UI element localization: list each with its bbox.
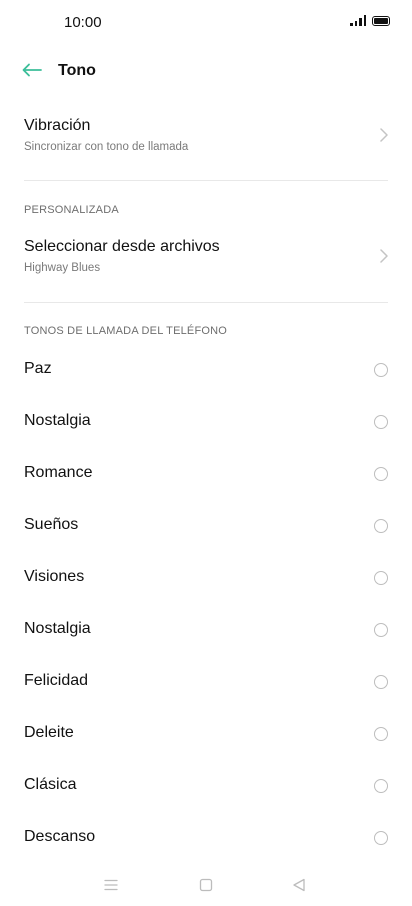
status-bar: 10:00	[0, 0, 412, 46]
radio-button[interactable]	[374, 467, 388, 481]
ringtone-item[interactable]: Romance	[0, 449, 412, 501]
vibration-subtitle: Sincronizar con tono de llamada	[24, 141, 189, 153]
app-header: Tono	[0, 46, 412, 96]
ringtone-label: Nostalgia	[24, 620, 91, 637]
menu-button[interactable]	[100, 874, 122, 896]
section-header-ringtones: TONOS DE LLAMADA DEL TELÉFONO	[24, 325, 228, 337]
ringtone-item[interactable]: Clásica	[0, 761, 412, 813]
ringtone-item[interactable]: Paz	[0, 345, 412, 397]
chevron-right-icon	[380, 128, 388, 142]
divider	[24, 302, 388, 303]
ringtone-item[interactable]: Felicidad	[0, 657, 412, 709]
home-button[interactable]	[195, 874, 217, 896]
menu-icon	[104, 879, 118, 891]
ringtone-label: Deleite	[24, 724, 74, 741]
page-title: Tono	[58, 62, 96, 79]
nav-back-button[interactable]	[288, 874, 310, 896]
ringtone-label: Visiones	[24, 568, 85, 585]
ringtone-label: Descanso	[24, 828, 96, 845]
back-button[interactable]	[18, 56, 46, 84]
ringtone-item[interactable]: Nostalgia	[0, 397, 412, 449]
radio-button[interactable]	[374, 675, 388, 689]
radio-button[interactable]	[374, 415, 388, 429]
select-from-files-title: Seleccionar desde archivos	[24, 238, 220, 255]
ringtone-item[interactable]: Descanso	[0, 813, 412, 865]
ringtone-label: Paz	[24, 360, 52, 377]
select-from-files-subtitle: Highway Blues	[24, 262, 101, 274]
back-triangle-icon	[293, 878, 305, 892]
divider	[24, 180, 388, 181]
ringtone-label: Felicidad	[24, 672, 89, 689]
signal-icon	[350, 15, 366, 26]
radio-button[interactable]	[374, 727, 388, 741]
vibration-row[interactable]: Vibración Sincronizar con tono de llamad…	[0, 108, 412, 164]
radio-button[interactable]	[374, 571, 388, 585]
vibration-title: Vibración	[24, 117, 91, 134]
ringtone-item[interactable]: Sueños	[0, 501, 412, 553]
ringtone-item[interactable]: Nostalgia	[0, 605, 412, 657]
ringtone-label: Clásica	[24, 776, 77, 793]
ringtone-item[interactable]: Visiones	[0, 553, 412, 605]
home-icon	[199, 878, 213, 892]
ringtone-label: Sueños	[24, 516, 79, 533]
arrow-left-icon	[22, 63, 42, 77]
status-time: 10:00	[64, 14, 102, 31]
radio-button[interactable]	[374, 363, 388, 377]
radio-button[interactable]	[374, 831, 388, 845]
radio-button[interactable]	[374, 623, 388, 637]
select-from-files-row[interactable]: Seleccionar desde archivos Highway Blues	[0, 230, 412, 286]
radio-button[interactable]	[374, 519, 388, 533]
navigation-bar	[0, 864, 412, 906]
status-icons	[350, 15, 390, 26]
ringtone-item[interactable]: Deleite	[0, 709, 412, 761]
battery-icon	[372, 15, 390, 26]
ringtone-label: Nostalgia	[24, 412, 91, 429]
ringtone-label: Romance	[24, 464, 93, 481]
radio-button[interactable]	[374, 779, 388, 793]
section-header-custom: PERSONALIZADA	[24, 204, 119, 216]
chevron-right-icon	[380, 249, 388, 263]
